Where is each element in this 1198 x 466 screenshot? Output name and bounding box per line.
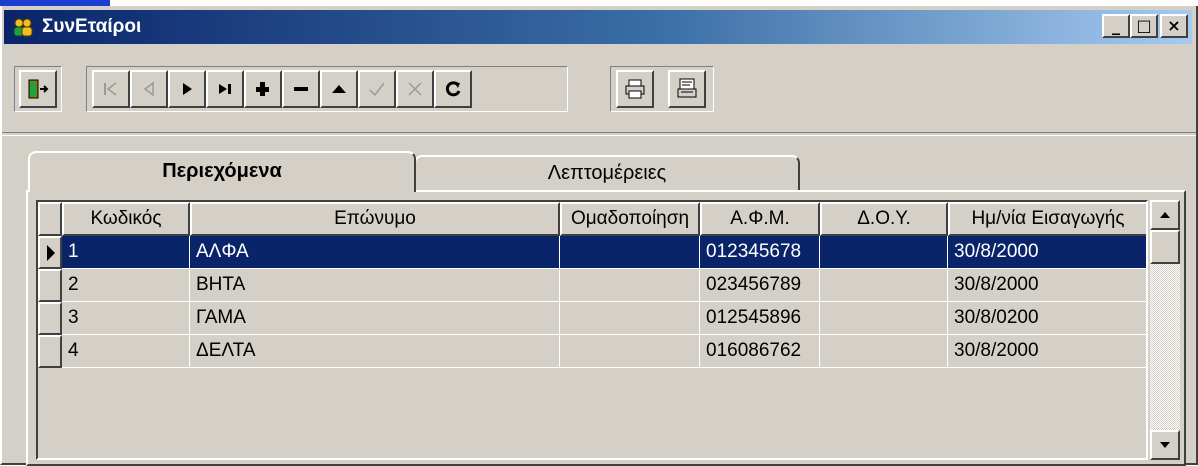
x-icon bbox=[408, 82, 422, 96]
cell-surname[interactable]: ΓΑΜΑ bbox=[190, 302, 560, 335]
scroll-down-button[interactable] bbox=[1150, 430, 1180, 460]
scroll-thumb[interactable] bbox=[1150, 230, 1180, 264]
first-record-button[interactable] bbox=[92, 70, 130, 108]
close-button[interactable]: × bbox=[1160, 14, 1188, 38]
print-button[interactable] bbox=[616, 70, 654, 108]
cell-grouping[interactable] bbox=[560, 335, 700, 368]
row-indicator bbox=[38, 335, 62, 368]
header-indicator bbox=[38, 202, 62, 236]
group-icon bbox=[12, 16, 34, 38]
cell-code[interactable]: 3 bbox=[62, 302, 190, 335]
tab-details-label: Λεπτομέρειες bbox=[547, 162, 667, 184]
cell-grouping[interactable] bbox=[560, 302, 700, 335]
plus-icon bbox=[256, 82, 269, 96]
cell-surname[interactable]: ΑΛΦΑ bbox=[190, 236, 560, 269]
insert-record-button[interactable] bbox=[244, 70, 282, 108]
cell-afm[interactable]: 012345678 bbox=[700, 236, 820, 269]
print-preview-button[interactable] bbox=[668, 70, 706, 108]
first-icon bbox=[104, 82, 117, 96]
print-preview-icon bbox=[677, 78, 697, 98]
cell-grouping[interactable] bbox=[560, 269, 700, 302]
row-indicator bbox=[38, 269, 62, 302]
cell-afm[interactable]: 012545896 bbox=[700, 302, 820, 335]
vertical-scrollbar[interactable] bbox=[1150, 200, 1180, 460]
cell-surname[interactable]: ΔΕΛΤΑ bbox=[190, 335, 560, 368]
delete-record-button[interactable] bbox=[282, 70, 320, 108]
exit-door-icon bbox=[28, 79, 49, 99]
row-indicator bbox=[38, 302, 62, 335]
next-record-button[interactable] bbox=[168, 70, 206, 108]
window-title: ΣυνΕταίροι bbox=[42, 16, 142, 37]
cell-afm[interactable]: 023456789 bbox=[700, 269, 820, 302]
cell-code[interactable]: 4 bbox=[62, 335, 190, 368]
last-icon bbox=[219, 84, 231, 94]
cell-entry-date[interactable]: 30/8/2000 bbox=[948, 269, 1146, 302]
current-row-arrow-icon bbox=[47, 245, 55, 261]
cell-afm[interactable]: 016086762 bbox=[700, 335, 820, 368]
cell-grouping[interactable] bbox=[560, 236, 700, 269]
scroll-up-button[interactable] bbox=[1150, 200, 1180, 230]
tab-contents[interactable]: Περιεχόμενα bbox=[28, 151, 416, 192]
maximize-button[interactable]: □ bbox=[1130, 14, 1158, 38]
cell-doy[interactable] bbox=[820, 302, 948, 335]
cell-entry-date[interactable]: 30/8/2000 bbox=[948, 236, 1146, 269]
last-record-button[interactable] bbox=[206, 70, 244, 108]
cell-code[interactable]: 2 bbox=[62, 269, 190, 302]
cell-surname[interactable]: ΒΗΤΑ bbox=[190, 269, 560, 302]
cell-entry-date[interactable]: 30/8/0200 bbox=[948, 302, 1146, 335]
next-icon bbox=[183, 83, 192, 95]
up-triangle-icon bbox=[332, 85, 346, 93]
partners-grid[interactable]: Κωδικός Επώνυμο Ομαδοποίηση Α.Φ.Μ. Δ.Ο.Υ… bbox=[36, 200, 1148, 460]
title-bar[interactable]: ΣυνΕταίροι _ □ × bbox=[4, 10, 1192, 44]
close-icon: × bbox=[1167, 16, 1181, 35]
maximize-icon: □ bbox=[1136, 16, 1152, 35]
refresh-icon bbox=[445, 81, 461, 97]
refresh-button[interactable] bbox=[434, 70, 472, 108]
cancel-record-button[interactable] bbox=[396, 70, 434, 108]
row-indicator bbox=[38, 236, 62, 269]
cell-doy[interactable] bbox=[820, 335, 948, 368]
check-icon bbox=[369, 82, 385, 97]
minus-icon bbox=[294, 87, 308, 91]
cell-code[interactable]: 1 bbox=[62, 236, 190, 269]
cell-doy[interactable] bbox=[820, 236, 948, 269]
printer-icon bbox=[625, 79, 645, 99]
column-header-surname[interactable]: Επώνυμο bbox=[190, 202, 560, 236]
exit-button[interactable] bbox=[19, 70, 57, 108]
edit-record-button[interactable] bbox=[320, 70, 358, 108]
minimize-icon: _ bbox=[1112, 16, 1120, 35]
scroll-up-arrow-icon bbox=[1160, 212, 1170, 218]
column-header-entry-date[interactable]: Ημ/νία Εισαγωγής bbox=[948, 202, 1146, 236]
partners-window: ΣυνΕταίροι _ □ × Περιεχόμενα Λεπτομέρειε… bbox=[0, 6, 1198, 466]
column-header-code[interactable]: Κωδικός bbox=[62, 202, 190, 236]
column-header-doy[interactable]: Δ.Ο.Υ. bbox=[820, 202, 948, 236]
prior-icon bbox=[143, 81, 154, 97]
tab-contents-label: Περιεχόμενα bbox=[162, 160, 282, 182]
tab-details[interactable]: Λεπτομέρειες bbox=[414, 155, 800, 191]
toolbar-separator bbox=[2, 132, 1196, 136]
cell-entry-date[interactable]: 30/8/2000 bbox=[948, 335, 1146, 368]
prior-record-button[interactable] bbox=[130, 70, 168, 108]
minimize-button[interactable]: _ bbox=[1102, 14, 1130, 38]
post-record-button[interactable] bbox=[358, 70, 396, 108]
column-header-grouping[interactable]: Ομαδοποίηση bbox=[560, 202, 700, 236]
column-header-afm[interactable]: Α.Φ.Μ. bbox=[700, 202, 820, 236]
scroll-down-arrow-icon bbox=[1160, 442, 1170, 448]
cell-doy[interactable] bbox=[820, 269, 948, 302]
toolbar bbox=[2, 50, 1196, 130]
